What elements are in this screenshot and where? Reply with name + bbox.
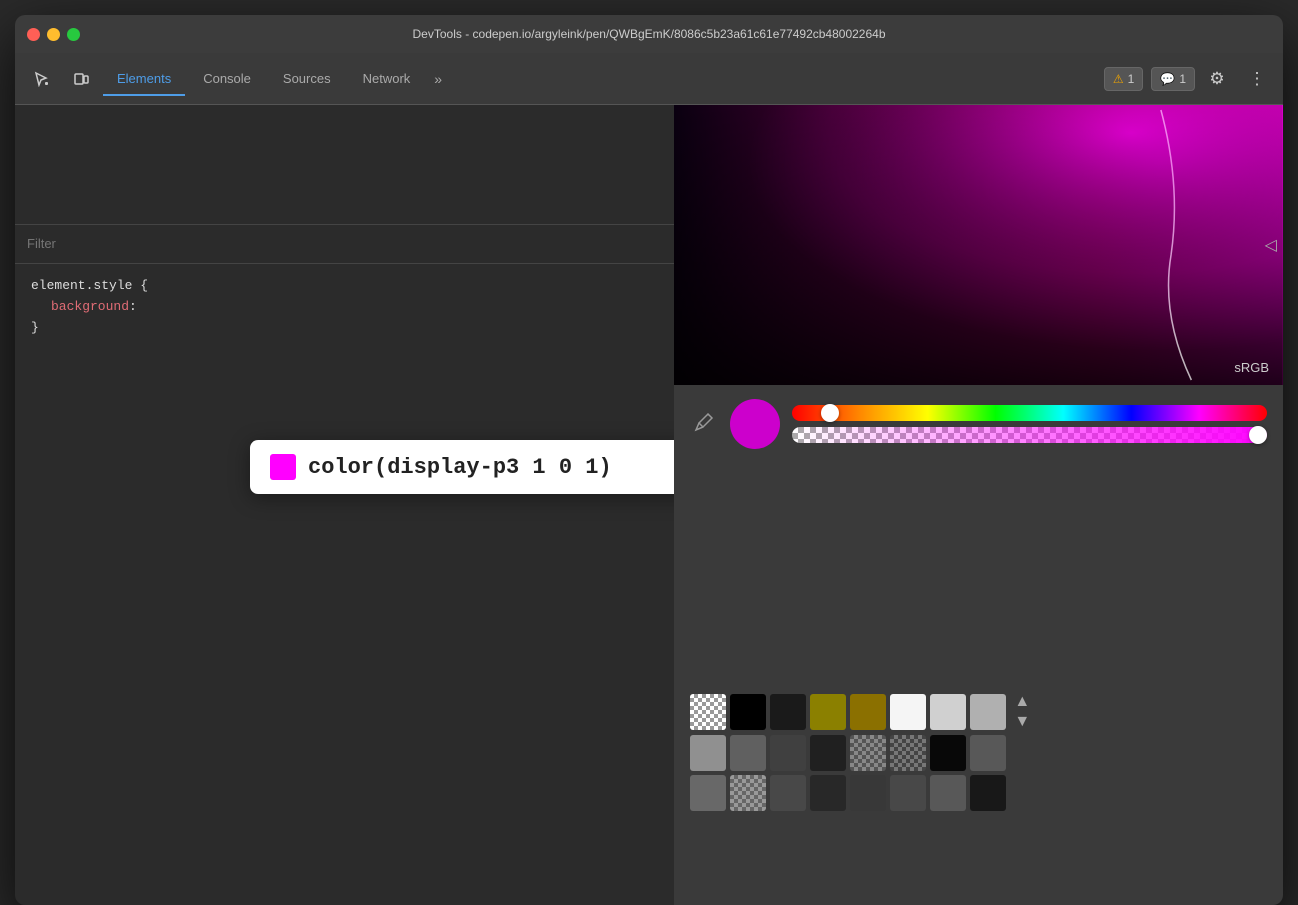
cursor-tool-button[interactable] xyxy=(23,61,59,97)
info-icon: 💬 xyxy=(1160,72,1175,86)
opacity-slider[interactable] xyxy=(792,427,1267,443)
css-property-text: background xyxy=(51,297,129,318)
color-preview-circle xyxy=(730,399,780,449)
swatch-lightgray2[interactable] xyxy=(970,694,1006,730)
color-value-display: color(display-p3 1 0 1) xyxy=(308,455,612,480)
swatches-row-3 xyxy=(690,775,1267,811)
traffic-lights xyxy=(27,28,80,41)
css-code-area: element.style { background : } xyxy=(15,264,674,350)
swatch-transparent[interactable] xyxy=(690,694,726,730)
tooltip-color-swatch xyxy=(270,454,296,480)
info-badge[interactable]: 💬 1 xyxy=(1151,67,1195,91)
device-toggle-button[interactable] xyxy=(63,61,99,97)
swatches-row-2 xyxy=(690,735,1267,771)
swatch-darkgray[interactable] xyxy=(970,775,1006,811)
code-line-selector: element.style { xyxy=(31,276,658,297)
overflow-menu-button[interactable]: ⋮ xyxy=(1239,61,1275,97)
collapse-button[interactable]: ◁ xyxy=(1265,235,1277,255)
code-line-property: background : xyxy=(31,297,658,318)
picker-row xyxy=(690,399,1267,449)
warning-count: 1 xyxy=(1128,72,1135,86)
swatch-gray2[interactable] xyxy=(730,735,766,771)
minimize-button[interactable] xyxy=(47,28,60,41)
swatch-gray3[interactable] xyxy=(770,735,806,771)
right-panel: sRGB ◁ xyxy=(674,105,1283,905)
swatches-area: ▲ ▼ xyxy=(674,683,1283,825)
tab-sources[interactable]: Sources xyxy=(269,63,345,94)
swatch-gray8[interactable] xyxy=(810,775,846,811)
swatch-darkolive[interactable] xyxy=(850,694,886,730)
left-panel: element.style { background : } color(dis… xyxy=(15,105,674,905)
hue-slider-container xyxy=(792,405,1267,443)
close-button[interactable] xyxy=(27,28,40,41)
swatches-row-1: ▲ ▼ xyxy=(690,693,1267,731)
code-line-closing: } xyxy=(31,318,658,339)
warning-badge[interactable]: ⚠ 1 xyxy=(1104,67,1143,91)
more-tabs-button[interactable]: » xyxy=(428,71,448,87)
hue-slider[interactable] xyxy=(792,405,1267,421)
main-content: element.style { background : } color(dis… xyxy=(15,105,1283,905)
info-count: 1 xyxy=(1179,72,1186,86)
css-colon: : xyxy=(129,297,145,318)
css-closing-brace: } xyxy=(31,318,39,339)
srgb-label: sRGB xyxy=(1234,360,1269,375)
tab-elements[interactable]: Elements xyxy=(103,63,185,94)
swatch-gray9[interactable] xyxy=(850,775,886,811)
swatch-nearblack[interactable] xyxy=(930,735,966,771)
maximize-button[interactable] xyxy=(67,28,80,41)
swatch-gray4[interactable] xyxy=(810,735,846,771)
swatches-scroll[interactable]: ▲ ▼ xyxy=(1014,693,1030,731)
tab-network[interactable]: Network xyxy=(349,63,425,94)
swatch-checker2[interactable] xyxy=(890,735,926,771)
settings-button[interactable]: ⚙ xyxy=(1199,61,1235,97)
window-title: DevTools - codepen.io/argyleink/pen/QWBg… xyxy=(413,27,886,41)
filter-bar xyxy=(15,225,674,264)
eyedropper-button[interactable] xyxy=(690,408,718,441)
picker-controls xyxy=(674,385,1283,473)
swatch-black1[interactable] xyxy=(730,694,766,730)
titlebar: DevTools - codepen.io/argyleink/pen/QWBg… xyxy=(15,15,1283,53)
filter-input[interactable] xyxy=(27,236,662,251)
swatch-gray5[interactable] xyxy=(970,735,1006,771)
tab-console[interactable]: Console xyxy=(189,63,265,94)
css-selector-text: element.style { xyxy=(31,276,148,297)
toolbar: Elements Console Sources Network » ⚠ 1 💬… xyxy=(15,53,1283,105)
color-tooltip[interactable]: color(display-p3 1 0 1) xyxy=(250,440,674,494)
swatch-gray6[interactable] xyxy=(690,775,726,811)
swatch-checker1[interactable] xyxy=(850,735,886,771)
devtools-window: DevTools - codepen.io/argyleink/pen/QWBg… xyxy=(15,15,1283,905)
color-gradient-canvas[interactable]: sRGB ◁ xyxy=(674,105,1283,385)
swatch-black2[interactable] xyxy=(770,694,806,730)
swatch-gray1[interactable] xyxy=(690,735,726,771)
hue-slider-thumb[interactable] xyxy=(821,404,839,422)
swatch-gray10[interactable] xyxy=(890,775,926,811)
swatch-whitesmoke[interactable] xyxy=(890,694,926,730)
swatch-gray11[interactable] xyxy=(930,775,966,811)
opacity-slider-thumb[interactable] xyxy=(1249,426,1267,444)
warning-icon: ⚠ xyxy=(1113,72,1124,86)
swatch-checker3[interactable] xyxy=(730,775,766,811)
swatch-lightgray1[interactable] xyxy=(930,694,966,730)
swatch-gray7[interactable] xyxy=(770,775,806,811)
swatch-olive[interactable] xyxy=(810,694,846,730)
